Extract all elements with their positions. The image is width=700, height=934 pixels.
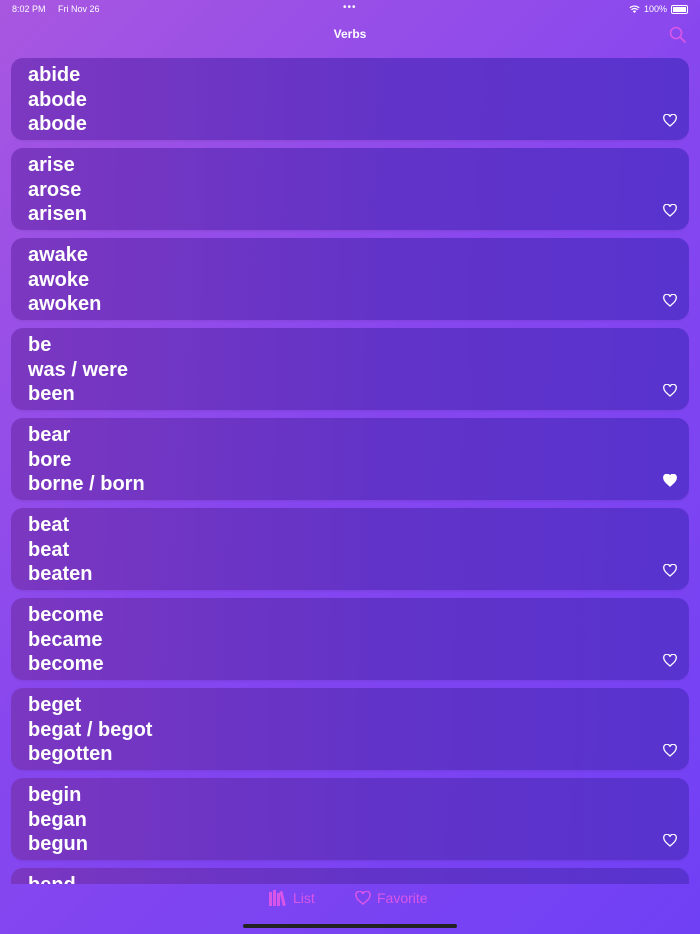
verb-past-participle: been [28, 383, 75, 406]
status-right: 100% [629, 4, 688, 14]
wifi-icon [629, 5, 640, 13]
verb-card[interactable]: abide abode abode [11, 58, 689, 140]
favorite-heart-icon[interactable] [663, 834, 677, 847]
verb-past-participle: abode [28, 113, 87, 136]
verb-past-simple: begat / begot [28, 718, 153, 741]
verb-card[interactable]: beget begat / begot begotten [11, 688, 689, 770]
verb-past-participle: become [28, 653, 104, 676]
status-left: 8:02 PM Fri Nov 26 [12, 4, 100, 14]
verb-base-form: abide [28, 64, 81, 86]
verb-base-form: arise [28, 154, 75, 176]
favorite-filled-heart-icon[interactable] [663, 474, 677, 487]
verb-forms: become became become [28, 603, 104, 677]
tab-list[interactable]: List [269, 890, 315, 906]
tab-favorite-label: Favorite [377, 890, 428, 906]
favorite-heart-icon[interactable] [663, 744, 677, 757]
heart-icon [355, 891, 371, 905]
status-date: Fri Nov 26 [58, 4, 100, 14]
verb-card[interactable]: beat beat beaten [11, 508, 689, 590]
verb-past-simple: was / were [28, 358, 129, 381]
favorite-heart-icon[interactable] [663, 204, 677, 217]
verb-card[interactable]: bear bore borne / born [11, 418, 689, 500]
verb-past-simple: bore [28, 448, 72, 471]
page-title: Verbs [333, 27, 367, 41]
verb-card[interactable]: be was / were been [11, 328, 689, 410]
favorite-heart-icon[interactable] [663, 384, 677, 397]
verb-past-participle: begotten [28, 743, 113, 766]
verb-card[interactable]: begin began begun [11, 778, 689, 860]
verb-card[interactable]: become became become [11, 598, 689, 680]
favorite-heart-icon[interactable] [663, 294, 677, 307]
books-icon [269, 890, 286, 906]
verb-past-participle: begun [28, 833, 88, 856]
battery-icon [671, 4, 688, 14]
verb-forms: awake awoke awoken [28, 243, 101, 317]
status-bar: 8:02 PM Fri Nov 26 ••• 100% [0, 0, 700, 18]
favorite-heart-icon[interactable] [663, 654, 677, 667]
verb-past-participle: borne / born [28, 473, 145, 496]
favorite-heart-icon[interactable] [663, 114, 677, 127]
navigation-bar: Verbs [0, 22, 700, 46]
favorite-heart-icon[interactable] [663, 564, 677, 577]
verb-forms: abide abode abode [28, 63, 87, 137]
verb-forms: bear bore borne / born [28, 423, 145, 497]
verb-past-participle: awoken [28, 293, 102, 316]
multitasking-dots[interactable]: ••• [343, 2, 357, 13]
search-icon[interactable] [668, 25, 688, 45]
verb-past-participle: beaten [28, 563, 93, 586]
verb-base-form: be [28, 334, 52, 356]
verb-past-simple: became [28, 628, 103, 651]
verb-base-form: bend [28, 873, 76, 884]
verb-past-simple: beat [28, 538, 70, 561]
verb-base-form: awake [28, 244, 89, 266]
verb-forms: be was / were been [28, 333, 128, 407]
verb-past-simple: abode [28, 88, 87, 111]
tab-favorite[interactable]: Favorite [355, 890, 428, 906]
verb-forms: bend [28, 873, 76, 884]
verb-forms: beat beat beaten [28, 513, 92, 587]
verb-forms: begin began begun [28, 783, 88, 857]
verb-card[interactable]: awake awoke awoken [11, 238, 689, 320]
verb-base-form: bear [28, 424, 71, 446]
verb-card[interactable]: arise arose arisen [11, 148, 689, 230]
verb-base-form: begin [28, 784, 82, 806]
verb-list[interactable]: abide abode abode arise arose arisen awake awok… [11, 58, 689, 884]
verb-base-form: become [28, 604, 104, 626]
verb-base-form: beget [28, 694, 82, 716]
verb-past-participle: arisen [28, 203, 87, 226]
verb-forms: arise arose arisen [28, 153, 87, 227]
tab-list-label: List [293, 890, 315, 906]
status-time: 8:02 PM [12, 4, 46, 14]
battery-percentage: 100% [643, 4, 667, 14]
verb-card[interactable]: bend [11, 868, 689, 884]
verb-past-simple: awoke [28, 268, 90, 291]
verb-past-simple: arose [28, 178, 82, 201]
home-indicator[interactable] [243, 924, 457, 928]
verb-base-form: beat [28, 514, 70, 536]
verb-past-simple: began [28, 808, 87, 831]
verb-forms: beget begat / begot begotten [28, 693, 152, 767]
